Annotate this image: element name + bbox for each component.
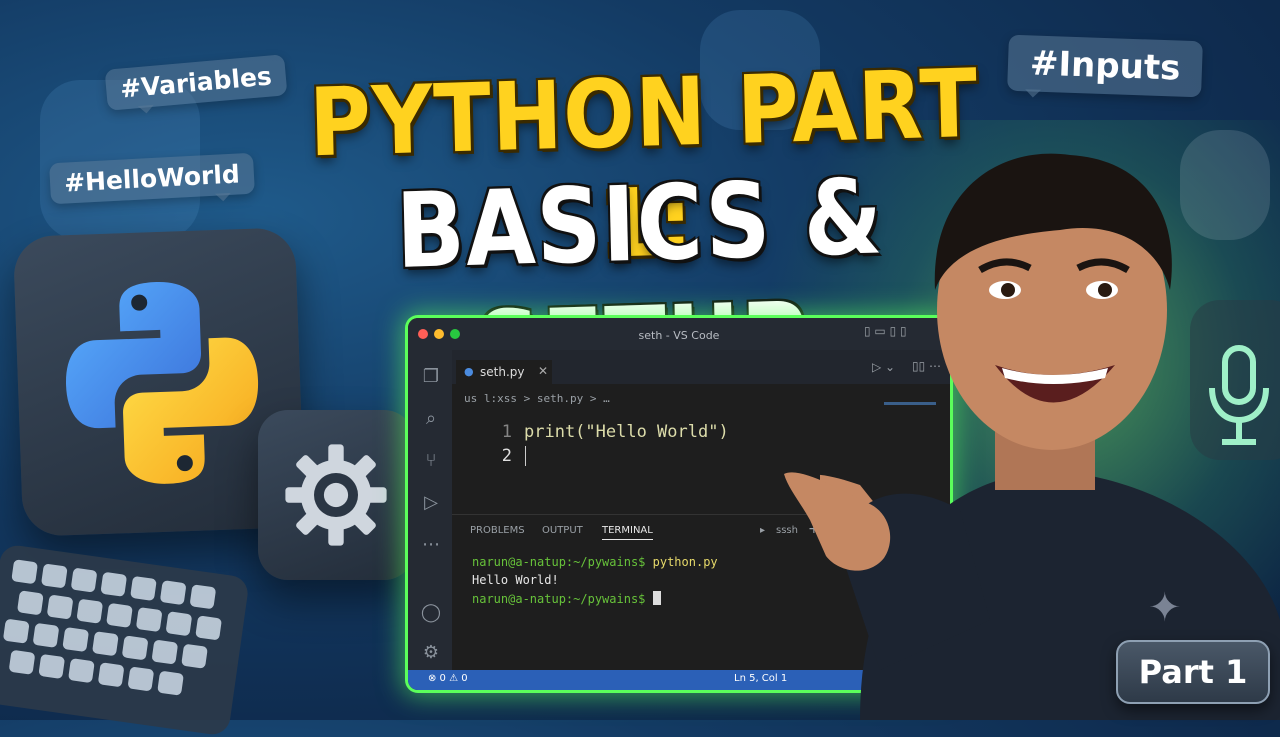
manage-gear-icon[interactable]: ⚙ (420, 642, 442, 664)
close-tab-icon[interactable]: ✕ (538, 364, 548, 378)
terminal-line: narun@a-natup:~/pywains$ python.py (472, 555, 718, 569)
terminal-shell-icon: ▸ (760, 525, 766, 536)
line-number: 1 (501, 422, 512, 442)
run-debug-icon[interactable]: ▷ (420, 492, 442, 514)
terminal-line[interactable]: narun@a-natup:~/pywains$ (472, 591, 661, 606)
part-badge: Part 1 (1116, 640, 1270, 704)
python-logo-icon (66, 282, 259, 484)
code-line: print("Hello World") (524, 422, 729, 442)
source-control-icon[interactable]: ⑂ (420, 450, 442, 472)
gear-icon (285, 444, 387, 546)
more-icon[interactable]: ⋯ (420, 534, 442, 556)
terminal-output: Hello World! (472, 573, 559, 587)
python-file-icon: ● (464, 365, 474, 378)
tab-seth-py[interactable]: ● seth.py ✕ (456, 360, 552, 384)
terminal-prompt: narun@a-natup:~/pywains$ (472, 555, 646, 569)
tab-output[interactable]: OUTPUT (542, 525, 583, 536)
status-problems[interactable]: ⊗ 0 ⚠ 0 (428, 673, 468, 684)
sparkle-icon: ✦ (1148, 585, 1182, 631)
pointing-hand-icon (784, 472, 891, 571)
tab-terminal[interactable]: TERMINAL (602, 525, 653, 540)
activity-bar: ❐ ⌕ ⑂ ▷ ⋯ ◯ ⚙ (408, 350, 452, 680)
line-number: 2 (501, 446, 512, 466)
text-cursor (525, 446, 526, 466)
status-cursor-position[interactable]: Ln 5, Col 1 (734, 673, 787, 684)
breadcrumb: us l:xss > seth.py > … (464, 392, 610, 405)
terminal-command: python.py (652, 555, 718, 569)
settings-app-tile (258, 410, 414, 580)
tab-label: seth.py (480, 365, 525, 379)
keyboard-icon (0, 543, 250, 737)
hashtag-variables: #Variables (104, 54, 288, 111)
terminal-cursor (652, 591, 661, 605)
explorer-icon[interactable]: ❐ (420, 366, 442, 388)
terminal-prompt: narun@a-natup:~/pywains$ (472, 592, 646, 606)
tab-problems[interactable]: PROBLEMS (470, 525, 525, 536)
search-icon[interactable]: ⌕ (420, 408, 442, 430)
presenter-person (820, 153, 1280, 720)
hashtag-inputs: #Inputs (1007, 34, 1204, 98)
account-icon[interactable]: ◯ (420, 602, 442, 624)
